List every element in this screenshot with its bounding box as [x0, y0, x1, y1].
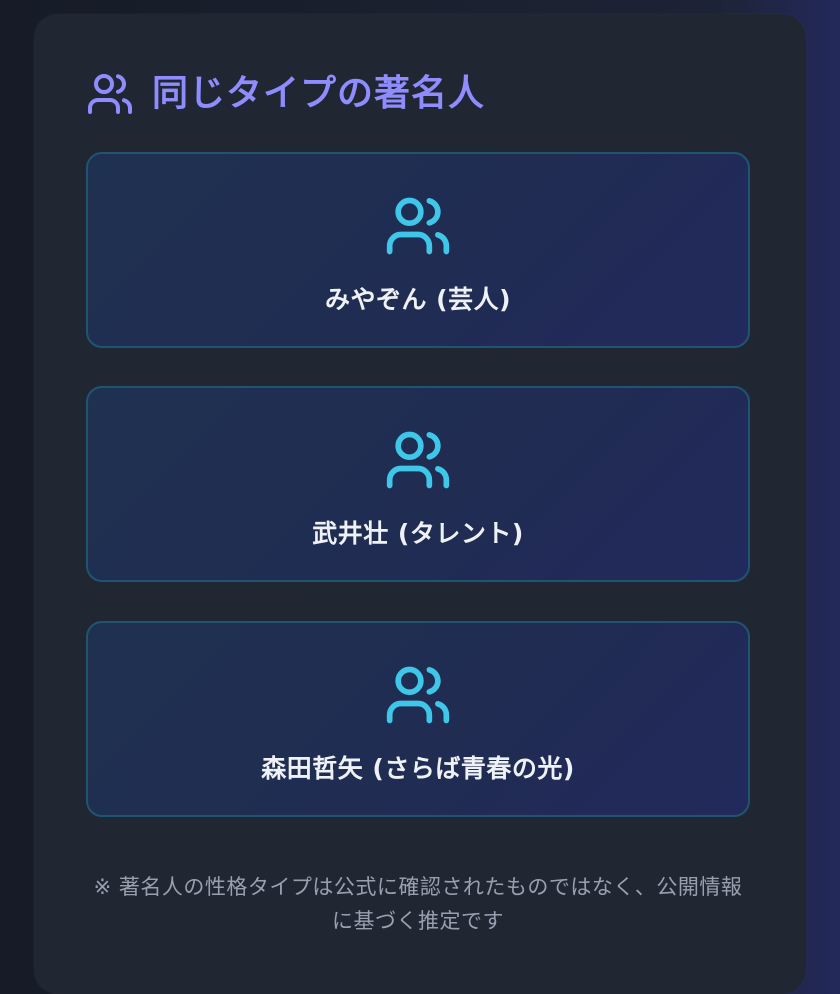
- celebrity-card[interactable]: みやぞん (芸人): [86, 152, 750, 348]
- celebrity-name: 武井壮 (タレント): [312, 519, 524, 548]
- users-icon: [384, 661, 452, 729]
- celebrity-card[interactable]: 森田哲矢 (さらば青春の光): [86, 621, 750, 817]
- famous-people-panel: 同じタイプの著名人 みやぞん (芸人) 武井壮 (タレント) 森田哲矢 (さらば…: [34, 14, 806, 994]
- users-icon: [86, 70, 134, 118]
- users-icon: [384, 426, 452, 494]
- celebrity-card[interactable]: 武井壮 (タレント): [86, 386, 750, 582]
- users-icon: [384, 192, 452, 260]
- celebrity-name: 森田哲矢 (さらば青春の光): [261, 754, 575, 783]
- section-header: 同じタイプの著名人: [86, 70, 485, 118]
- section-title: 同じタイプの著名人: [152, 73, 486, 114]
- celebrity-name: みやぞん (芸人): [324, 285, 512, 314]
- disclaimer-text: ※ 著名人の性格タイプは公式に確認されたものではなく、公開情報に基づく推定です: [93, 875, 743, 933]
